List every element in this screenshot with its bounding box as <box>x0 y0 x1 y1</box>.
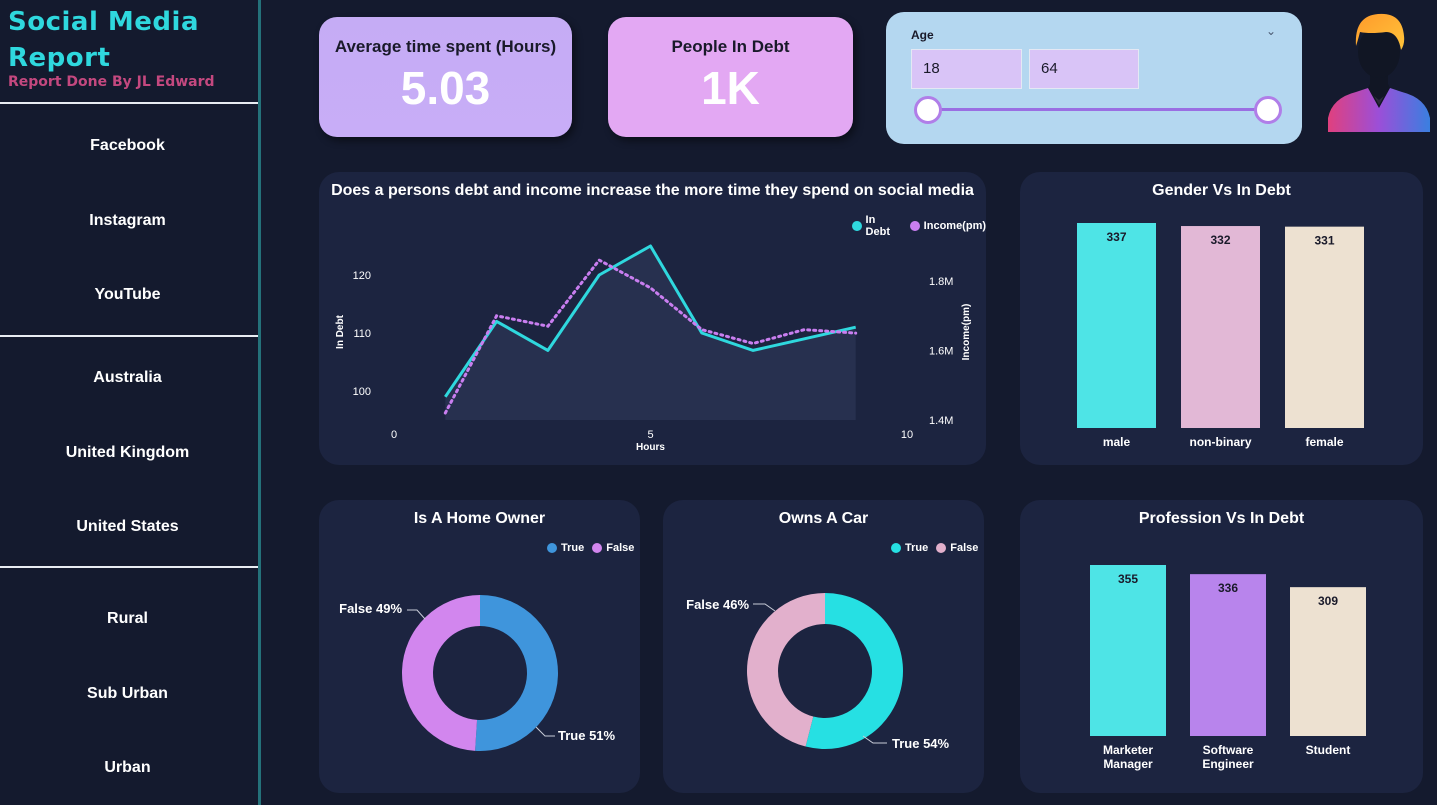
category-label: Software <box>1203 743 1254 757</box>
debt-income-chart-card: Does a persons debt and income increase … <box>319 172 986 465</box>
age-max-input[interactable]: 64 <box>1029 49 1139 89</box>
report-title: Social Media Report <box>8 7 199 73</box>
y-tick-label: 110 <box>353 328 371 340</box>
slice-label: False 46% <box>686 597 749 612</box>
y2-tick-label: 1.6M <box>929 346 953 358</box>
chevron-down-icon[interactable]: ⌄ <box>1266 24 1276 38</box>
slice-label: True 54% <box>892 736 950 751</box>
age-slicer-label: Age <box>911 28 934 42</box>
category-label: Engineer <box>1202 757 1254 771</box>
divider <box>0 566 258 568</box>
slice-label: True 51% <box>558 728 616 743</box>
divider <box>0 335 258 337</box>
leader-line <box>407 609 426 620</box>
leader-line <box>862 735 887 744</box>
category-label: non-binary <box>1190 435 1252 449</box>
kpi-label: People In Debt <box>671 37 790 56</box>
y-axis-label: In Debt <box>335 314 346 349</box>
nav-item-facebook[interactable]: Facebook <box>0 137 255 155</box>
y2-axis-label: Income(pm) <box>961 304 972 361</box>
bar-value-label: 309 <box>1318 594 1338 608</box>
kpi-people-in-debt: People In Debt 1K <box>608 17 853 137</box>
bar <box>1181 226 1260 428</box>
bar-value-label: 331 <box>1314 234 1334 248</box>
category-label: Manager <box>1103 757 1153 771</box>
bar <box>1090 565 1166 736</box>
kpi-label: Average time spent (Hours) <box>334 37 557 56</box>
divider <box>0 102 258 104</box>
avatar-icon <box>1328 13 1430 132</box>
gender-chart-card: Gender Vs In Debt 337 male 332 non-binary 33… <box>1020 172 1423 465</box>
y-tick-label: 120 <box>353 270 371 282</box>
x-axis-label: Hours <box>636 442 665 453</box>
category-label: male <box>1103 435 1131 449</box>
car-chart-card: Owns A Car True False True 54% False 46% <box>663 500 984 793</box>
x-tick-label: 0 <box>391 429 397 441</box>
x-tick-label: 5 <box>647 429 653 441</box>
nav-item-united-states[interactable]: United States <box>0 518 255 536</box>
nav-item-rural[interactable]: Rural <box>0 610 255 628</box>
category-label: female <box>1305 435 1343 449</box>
age-slider-max-handle[interactable] <box>1254 96 1282 124</box>
bar-value-label: 332 <box>1210 233 1230 247</box>
bar <box>1190 574 1266 736</box>
profession-bar-chart: 355 MarketerManager 336 SoftwareEngineer 309… <box>1090 565 1366 771</box>
line-chart: 100 110 120 1.4M 1.6M 1.8M 0 5 10 Hours In Debt Inc… <box>335 244 972 453</box>
bar <box>1290 587 1366 736</box>
nav-item-youtube[interactable]: YouTube <box>0 286 255 304</box>
age-slider-track[interactable] <box>928 108 1268 111</box>
donut-slice <box>475 595 558 751</box>
age-slicer: Age ⌄ 18 64 <box>886 12 1302 144</box>
sidebar-border <box>258 0 261 805</box>
kpi-average-time: Average time spent (Hours) 5.03 <box>319 17 572 137</box>
y2-tick-label: 1.4M <box>929 415 953 427</box>
donut-slice <box>401 595 480 751</box>
bar <box>1077 223 1156 428</box>
gender-bar-chart: 337 male 332 non-binary 331 female <box>1077 223 1364 449</box>
nav-item-sub-urban[interactable]: Sub Urban <box>0 685 255 703</box>
leader-line <box>753 603 776 612</box>
kpi-value: 1K <box>701 62 760 114</box>
nav-item-instagram[interactable]: Instagram <box>0 212 255 230</box>
bar-value-label: 355 <box>1118 572 1138 586</box>
slice-label: False 49% <box>339 601 402 616</box>
bar <box>1285 226 1364 428</box>
nav-item-united-kingdom[interactable]: United Kingdom <box>0 444 255 462</box>
sidebar: Social Media Report Report Done By JL Ed… <box>0 0 258 805</box>
home-owner-donut: True 51% False 49% <box>339 595 616 751</box>
nav-item-urban[interactable]: Urban <box>0 759 255 777</box>
age-min-input[interactable]: 18 <box>911 49 1022 89</box>
home-owner-chart-card: Is A Home Owner True False True 51% False… <box>319 500 640 793</box>
in-debt-area <box>445 246 856 420</box>
age-slider-min-handle[interactable] <box>914 96 942 124</box>
report-subtitle: Report Done By JL Edward <box>8 74 215 90</box>
leader-line <box>535 726 555 737</box>
kpi-value: 5.03 <box>400 62 491 114</box>
nav-item-australia[interactable]: Australia <box>0 369 255 387</box>
bar-value-label: 336 <box>1218 581 1238 595</box>
profession-chart-card: Profession Vs In Debt 355 Marketer Manager… <box>1020 500 1423 793</box>
y-tick-label: 100 <box>353 386 371 398</box>
category-label: Marketer <box>1103 743 1153 757</box>
category-label: Student <box>1306 743 1351 757</box>
car-donut: True 54% False 46% <box>686 593 950 751</box>
bar-value-label: 337 <box>1106 230 1126 244</box>
y2-tick-label: 1.8M <box>929 276 953 288</box>
x-tick-label: 10 <box>901 429 913 441</box>
